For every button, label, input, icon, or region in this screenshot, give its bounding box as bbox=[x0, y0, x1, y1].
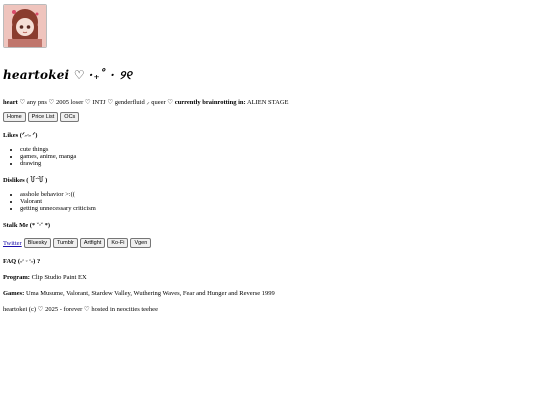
avatar bbox=[3, 4, 47, 48]
stalk-heading: Stalk Me (* ˘ᵕ˘ *) bbox=[3, 222, 50, 229]
program-value: Clip Studio Paint EX bbox=[29, 274, 87, 281]
list-item: games, anime, manga bbox=[20, 153, 537, 160]
faq-heading: FAQ (˶ᵔ ᵕ ᵔ˶) ? bbox=[3, 258, 41, 265]
intro-brainrot-label: currently brainrotting in: bbox=[174, 99, 246, 106]
list-item: Valorant bbox=[20, 198, 537, 205]
dislikes-list: asshole behavior >:(( Valorant getting u… bbox=[3, 191, 537, 212]
social-links: Twitter Bluesky Tumblr Artfight Ko-Fi Vg… bbox=[3, 238, 537, 248]
dislikes-heading: Dislikes ( ꒦ ᷄ ᷅꒦ ) bbox=[3, 177, 48, 184]
price-list-button[interactable]: Price List bbox=[27, 112, 59, 122]
site-title: heartokei ♡ ·₊˚ · ୨୧ bbox=[3, 68, 132, 82]
nav-buttons: Home Price List OCs bbox=[3, 112, 537, 122]
home-button[interactable]: Home bbox=[3, 112, 26, 122]
list-item: getting unnecessary criticism bbox=[20, 205, 537, 212]
kofi-button[interactable]: Ko-Fi bbox=[107, 238, 129, 248]
list-item: asshole behavior >:(( bbox=[20, 191, 537, 198]
bluesky-button[interactable]: Bluesky bbox=[23, 238, 51, 248]
faq-games: Games: Uma Musume, Valorant, Stardew Val… bbox=[3, 290, 537, 298]
intro-details: ♡ any pns ♡ 2005 loser ♡ INTJ ♡ genderfl… bbox=[17, 99, 175, 106]
twitter-link[interactable]: Twitter bbox=[3, 240, 22, 247]
ocs-button[interactable]: OCs bbox=[60, 112, 80, 122]
list-item: cute things bbox=[20, 146, 537, 153]
intro-line: heart ♡ any pns ♡ 2005 loser ♡ INTJ ♡ ge… bbox=[3, 99, 537, 107]
page: heartokei ♡ ·₊˚ · ୨୧ heart ♡ any pns ♡ 2… bbox=[0, 0, 540, 314]
games-label: Games: bbox=[3, 290, 25, 297]
vgen-button[interactable]: Vgen bbox=[130, 238, 152, 248]
faq-program: Program: Clip Studio Paint EX bbox=[3, 274, 537, 282]
likes-list: cute things games, anime, manga drawing bbox=[3, 146, 537, 167]
intro-brainrot-value: ALIEN STAGE bbox=[245, 99, 289, 106]
program-label: Program: bbox=[3, 274, 30, 281]
artfight-button[interactable]: Artfight bbox=[79, 238, 106, 248]
list-item: drawing bbox=[20, 160, 537, 167]
footer-text: heartokei (c) ♡ 2025 - forever ♡ hosted … bbox=[3, 306, 158, 313]
likes-heading: Likes (ᐟ˶ᵕ˶ ᐟ) bbox=[3, 132, 38, 139]
intro-heart: heart bbox=[3, 99, 18, 106]
tumblr-button[interactable]: Tumblr bbox=[52, 238, 78, 248]
games-value: Uma Musume, Valorant, Stardew Valley, Wu… bbox=[24, 290, 275, 297]
